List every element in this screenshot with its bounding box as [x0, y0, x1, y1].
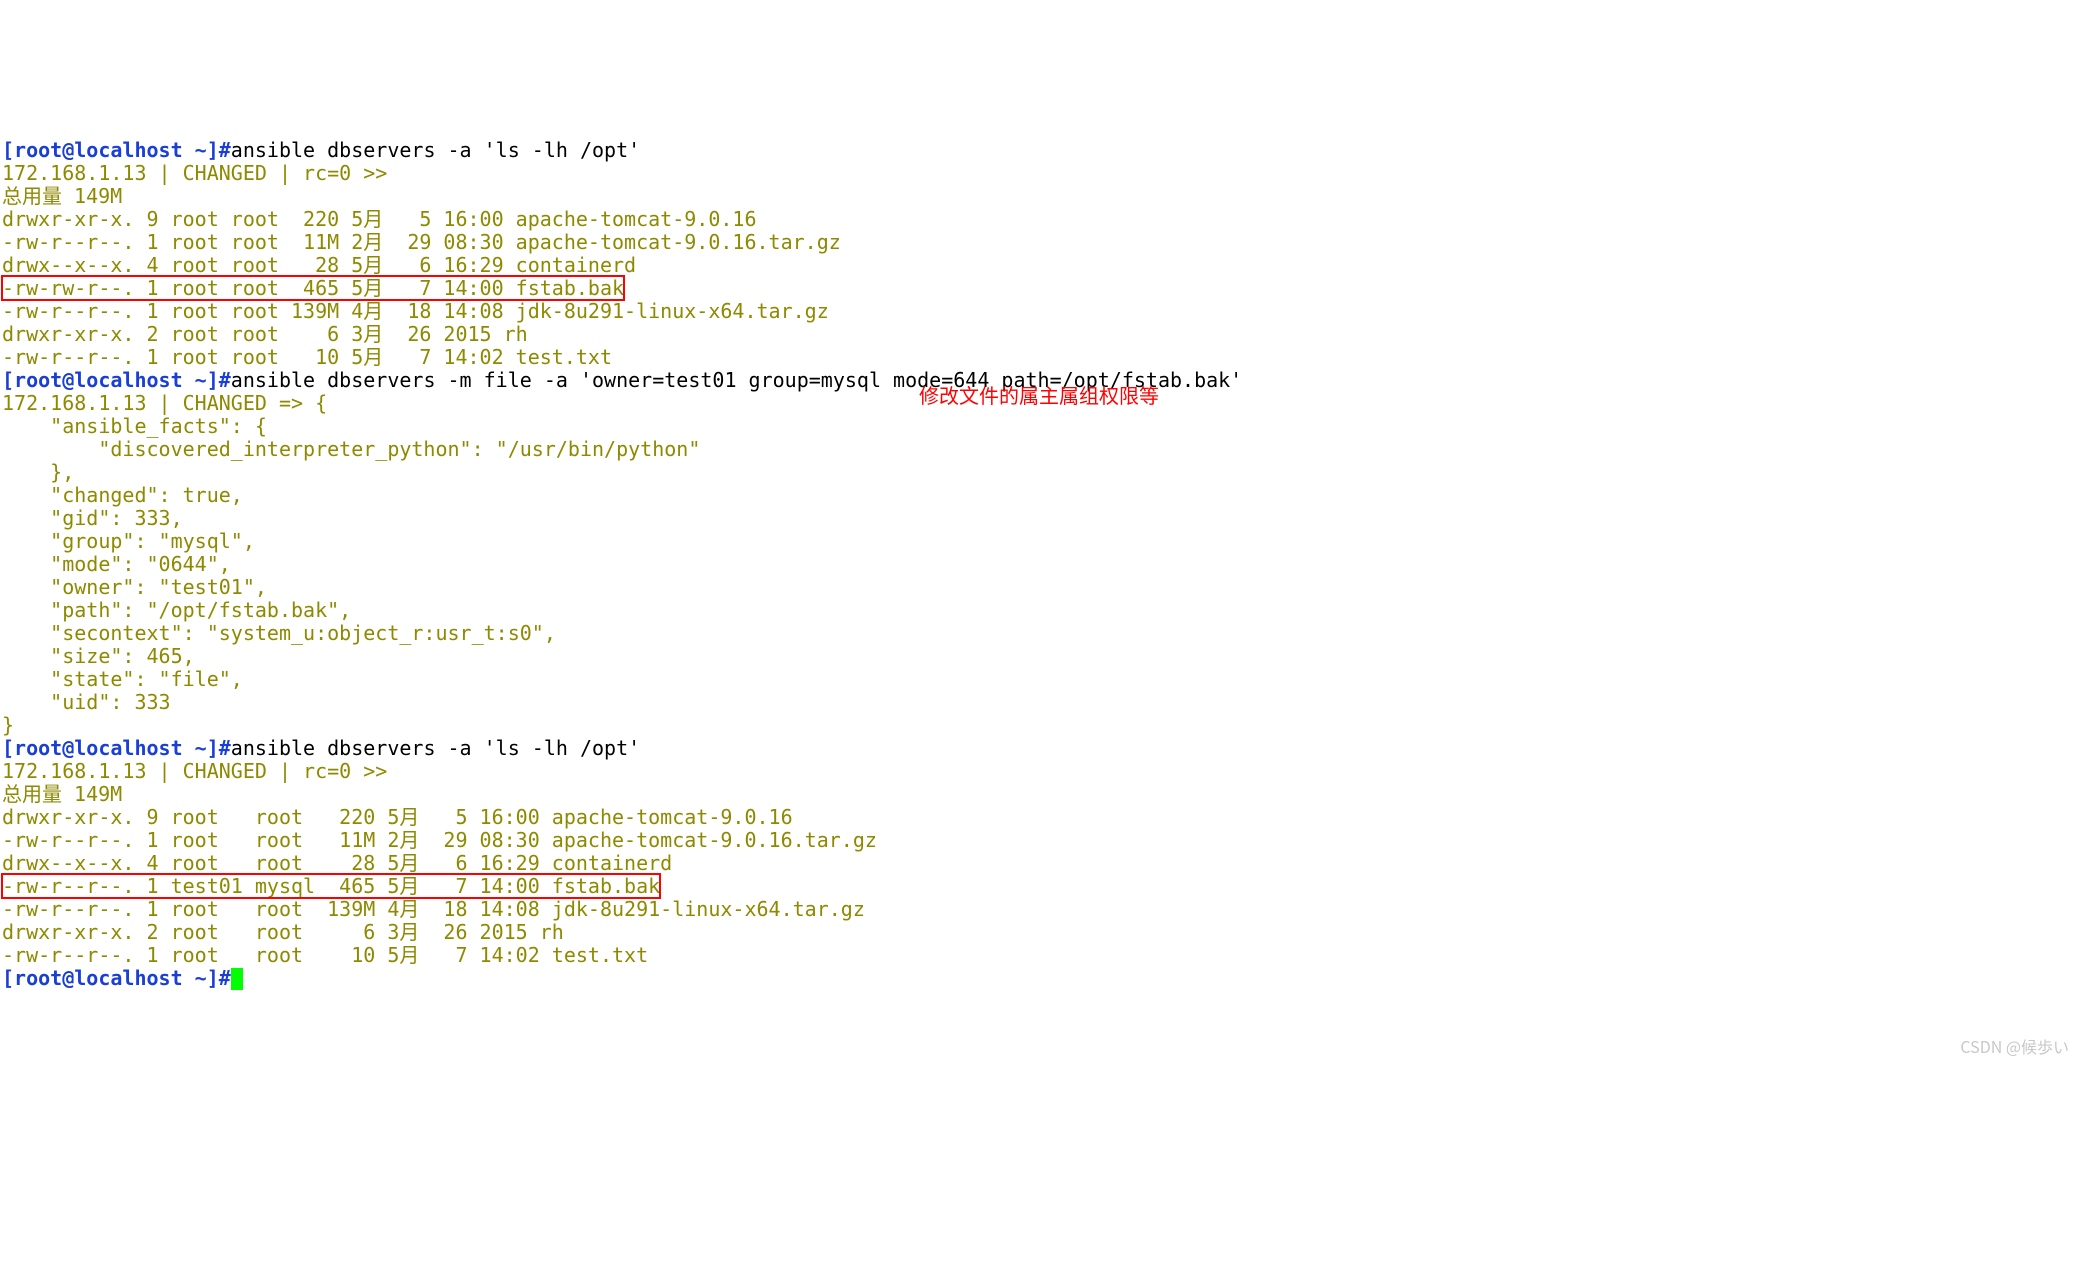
json-line: "group": "mysql", [2, 529, 255, 553]
prompt: [root@localhost ~]# [2, 966, 231, 990]
ls1-header: 172.168.1.13 | CHANGED | rc=0 >> [2, 161, 387, 185]
json-line: "changed": true, [2, 483, 243, 507]
ls1-line-highlight: -rw-rw-r--. 1 root root 465 5月 7 14:00 f… [2, 276, 624, 300]
json-line: } [2, 713, 14, 737]
json-line: "state": "file", [2, 667, 243, 691]
ls1-line: drwx--x--x. 4 root root 28 5月 6 16:29 co… [2, 253, 636, 277]
ls2-line: -rw-r--r--. 1 root root 11M 2月 29 08:30 … [2, 828, 877, 852]
ls2-header: 172.168.1.13 | CHANGED | rc=0 >> [2, 759, 387, 783]
ls1-total: 总用量 149M [2, 184, 122, 208]
ls2-total: 总用量 149M [2, 782, 122, 806]
json-line: "secontext": "system_u:object_r:usr_t:s0… [2, 621, 556, 645]
watermark: CSDN @候歩い [1960, 1037, 2069, 1055]
json-line: "discovered_interpreter_python": "/usr/b… [2, 437, 700, 461]
ls1-line: -rw-r--r--. 1 root root 10 5月 7 14:02 te… [2, 345, 612, 369]
json-line: "uid": 333 [2, 690, 171, 714]
ls2-line: drwx--x--x. 4 root root 28 5月 6 16:29 co… [2, 851, 672, 875]
terminal-output[interactable]: [root@localhost ~]#ansible dbservers -a … [0, 115, 2077, 1059]
ls1-line: -rw-r--r--. 1 root root 139M 4月 18 14:08… [2, 299, 829, 323]
json-line: "owner": "test01", [2, 575, 267, 599]
ls2-line: drwxr-xr-x. 9 root root 220 5月 5 16:00 a… [2, 805, 793, 829]
prompt: [root@localhost ~]# [2, 138, 231, 162]
ls1-line: -rw-r--r--. 1 root root 11M 2月 29 08:30 … [2, 230, 841, 254]
json-line: }, [2, 460, 74, 484]
ls2-line: drwxr-xr-x. 2 root root 6 3月 26 2015 rh [2, 920, 564, 944]
ls2-line: -rw-r--r--. 1 root root 139M 4月 18 14:08… [2, 897, 865, 921]
prompt: [root@localhost ~]# [2, 368, 231, 392]
ls1-line: drwxr-xr-x. 9 root root 220 5月 5 16:00 a… [2, 207, 757, 231]
json-line: "ansible_facts": { [2, 414, 267, 438]
ls1-line: drwxr-xr-x. 2 root root 6 3月 26 2015 rh [2, 322, 528, 346]
json-line: 172.168.1.13 | CHANGED => { [2, 391, 327, 415]
cursor[interactable] [231, 968, 243, 990]
ls2-line: -rw-r--r--. 1 root root 10 5月 7 14:02 te… [2, 943, 648, 967]
annotation-text: 修改文件的属主属组权限等 [919, 383, 1159, 406]
json-line: "gid": 333, [2, 506, 183, 530]
ls2-line-highlight: -rw-r--r--. 1 test01 mysql 465 5月 7 14:0… [2, 874, 660, 898]
prompt: [root@localhost ~]# [2, 736, 231, 760]
command-3: ansible dbservers -a 'ls -lh /opt' [231, 736, 640, 760]
command-1: ansible dbservers -a 'ls -lh /opt' [231, 138, 640, 162]
json-line: "mode": "0644", [2, 552, 231, 576]
json-line: "path": "/opt/fstab.bak", [2, 598, 351, 622]
json-line: "size": 465, [2, 644, 195, 668]
